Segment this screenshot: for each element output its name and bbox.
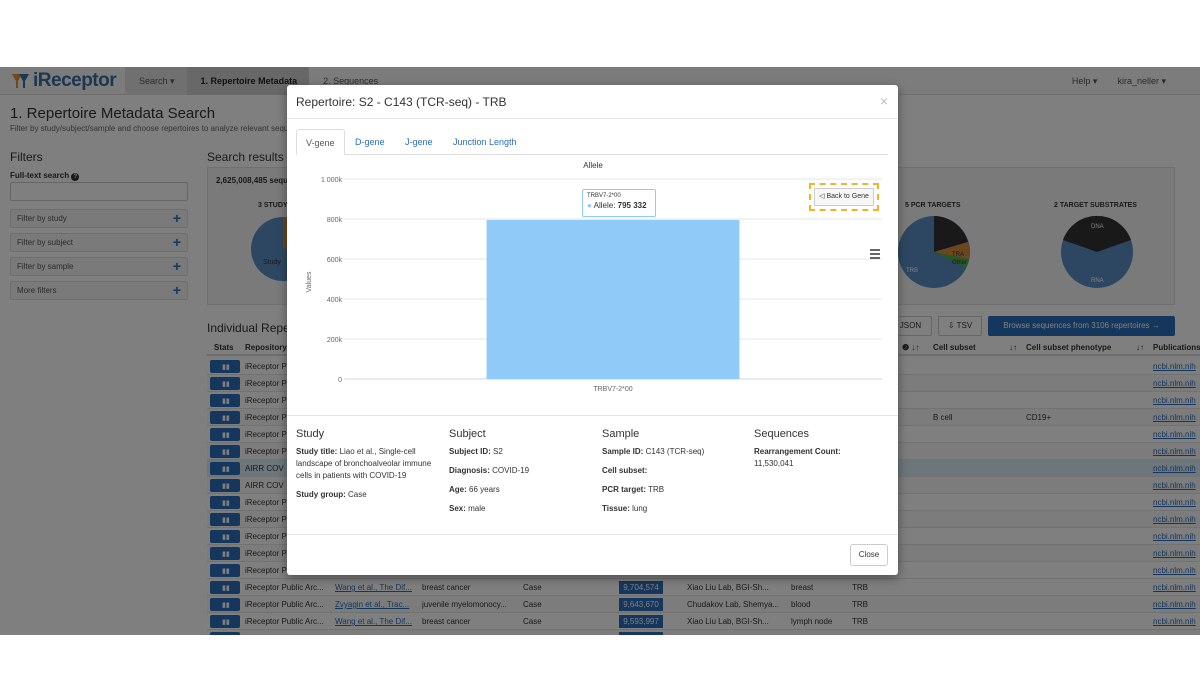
chart-ylabel: Values — [306, 271, 313, 292]
y-tick-label: 200k — [327, 337, 343, 344]
tab-d-gene[interactable]: D-gene — [346, 129, 394, 155]
chart-title: Allele — [583, 161, 603, 170]
subject-id-field: Subject ID: S2 — [449, 447, 503, 456]
tab-j-gene[interactable]: J-gene — [396, 129, 442, 155]
cell-subset-field: Cell subset: — [602, 466, 648, 475]
subject-heading: Subject — [449, 428, 486, 440]
modal-footer: Close — [287, 534, 898, 575]
diagnosis-field: Diagnosis: COVID-19 — [449, 466, 530, 475]
sequences-heading: Sequences — [754, 428, 810, 440]
y-tick-label: 0 — [338, 377, 342, 384]
sex-field: Sex: male — [449, 504, 486, 513]
study-title-field: Study title: Liao et al., Single-cell la… — [296, 447, 432, 480]
sequences-column: Sequences Rearrangement Count: 11,530,041 — [754, 428, 899, 477]
modal-tabs: V-gene D-gene J-gene Junction Length — [296, 129, 888, 155]
bar[interactable] — [486, 219, 740, 379]
study-column: Study Study title: Liao et al., Single-c… — [296, 428, 441, 508]
sample-column: Sample Sample ID: C143 (TCR-seq) Cell su… — [602, 428, 747, 522]
back-to-gene-highlight: ◁ Back to Gene — [809, 183, 879, 211]
tissue-field: Tissue: lung — [602, 504, 648, 513]
repertoire-modal: Repertoire: S2 - C143 (TCR-seq) - TRB × … — [287, 85, 898, 575]
close-button[interactable]: Close — [850, 544, 888, 566]
x-tick-label: TRBV7-2*00 — [593, 386, 632, 393]
viewport: iReceptor Search ▾ 1. Repertoire Metadat… — [0, 67, 1200, 635]
rearrangement-count-field: Rearrangement Count: 11,530,041 — [754, 447, 841, 468]
series-dot-icon: ● — [587, 201, 592, 210]
sample-id-field: Sample ID: C143 (TCR-seq) — [602, 447, 705, 456]
pcr-target-field: PCR target: TRB — [602, 485, 665, 494]
y-tick-label: 1 000k — [321, 177, 343, 184]
study-group-field: Study group: Case — [296, 490, 367, 499]
sample-heading: Sample — [602, 428, 640, 440]
study-heading: Study — [296, 428, 325, 440]
age-field: Age: 66 years — [449, 485, 500, 494]
repertoire-details: Study Study title: Liao et al., Single-c… — [287, 415, 898, 535]
modal-title: Repertoire: S2 - C143 (TCR-seq) - TRB — [296, 95, 507, 109]
chart-tooltip: TRBV7-2*00 ● Allele: 795 332 — [582, 189, 656, 217]
tab-v-gene[interactable]: V-gene — [296, 129, 345, 155]
tooltip-value-line: ● Allele: 795 332 — [587, 201, 647, 210]
y-tick-label: 800k — [327, 217, 343, 224]
back-to-gene-button[interactable]: ◁ Back to Gene — [814, 188, 874, 206]
tooltip-category: TRBV7-2*00 — [587, 193, 621, 199]
tab-junction-length[interactable]: Junction Length — [444, 129, 526, 155]
chart-menu-icon[interactable] — [870, 249, 880, 261]
modal-header: Repertoire: S2 - C143 (TCR-seq) - TRB × — [287, 85, 898, 119]
y-tick-label: 600k — [327, 257, 343, 264]
y-tick-label: 400k — [327, 297, 343, 304]
close-icon[interactable]: × — [880, 93, 888, 109]
subject-column: Subject Subject ID: S2 Diagnosis: COVID-… — [449, 428, 594, 522]
